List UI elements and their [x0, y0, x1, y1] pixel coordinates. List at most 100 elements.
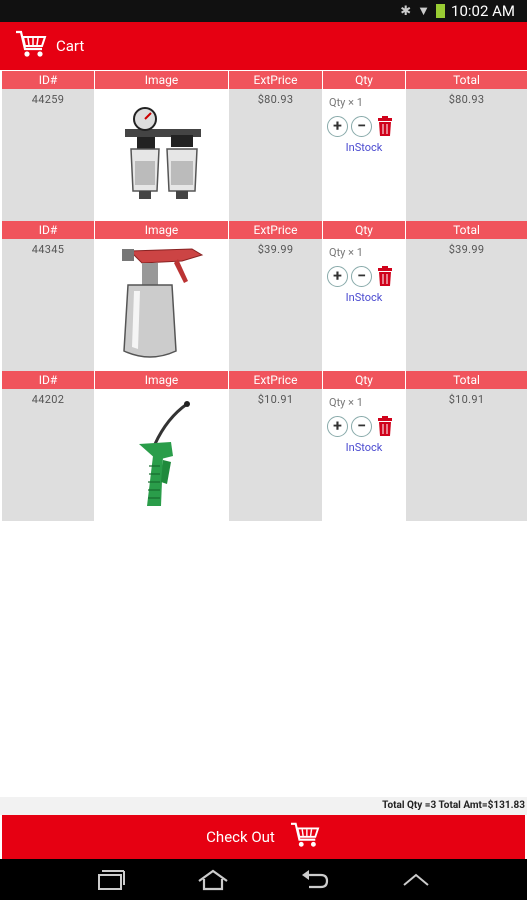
total-header: Total: [406, 71, 527, 89]
minus-icon: −: [357, 116, 366, 135]
status-bar: ✱ ▼ 10:02 AM: [0, 0, 527, 22]
plus-icon: +: [333, 266, 342, 285]
qty-display: Qty × 1: [329, 396, 405, 409]
cart-list: ID# 44259 Image ExtPrice $80.93 Qty Qty …: [0, 71, 527, 521]
stock-status: InStock: [345, 291, 383, 304]
trash-icon: [378, 116, 392, 136]
blow-gun-image[interactable]: [95, 389, 228, 519]
qty-controls: + −: [327, 265, 405, 287]
air-filter-regulator-image[interactable]: [95, 89, 228, 219]
decrease-qty-button[interactable]: −: [351, 415, 372, 437]
page-title: Cart: [56, 37, 85, 55]
chevron-up-icon: [403, 873, 429, 886]
battery-icon: [436, 4, 446, 18]
image-header: Image: [95, 221, 228, 239]
qty-label: Qty: [329, 246, 346, 259]
ext-price-header: ExtPrice: [229, 371, 322, 389]
clock: 10:02 AM: [451, 2, 515, 20]
decrease-qty-button[interactable]: −: [351, 265, 372, 287]
ext-price-cell: ExtPrice $10.91: [229, 371, 322, 521]
ext-price-cell: ExtPrice $80.93: [229, 71, 322, 221]
id-header: ID#: [2, 71, 94, 89]
recent-apps-button[interactable]: [91, 865, 131, 895]
stock-status: InStock: [345, 141, 383, 154]
qty-cell: Qty Qty × 1 + − InStock: [323, 221, 405, 371]
qty-controls: + −: [327, 115, 405, 137]
line-total: $39.99: [448, 243, 485, 256]
qty-header: Qty: [323, 71, 405, 89]
image-cell: Image: [95, 221, 228, 371]
line-total: $10.91: [448, 393, 485, 406]
cart-icon: [289, 821, 321, 853]
plus-icon: +: [333, 116, 342, 135]
image-header: Image: [95, 371, 228, 389]
checkout-button[interactable]: Check Out: [2, 815, 525, 859]
cart-item: ID# 44259 Image ExtPrice $80.93 Qty Qty …: [0, 71, 527, 221]
id-header: ID#: [2, 221, 94, 239]
item-id: 44259: [31, 93, 65, 106]
qty-label: Qty: [329, 396, 346, 409]
item-id: 44345: [31, 243, 65, 256]
qty-controls: + −: [327, 415, 405, 437]
delete-button[interactable]: [375, 265, 395, 287]
app-bar: Cart: [0, 22, 527, 70]
cart-icon[interactable]: [14, 29, 48, 63]
qty-header: Qty: [323, 371, 405, 389]
delete-button[interactable]: [375, 115, 395, 137]
menu-button[interactable]: [396, 865, 436, 895]
ext-price: $39.99: [257, 243, 294, 256]
recent-apps-icon: [97, 869, 125, 890]
image-cell: Image: [95, 371, 228, 521]
ext-price: $80.93: [257, 93, 294, 106]
qty-value: × 1: [348, 396, 363, 409]
delete-button[interactable]: [375, 415, 395, 437]
total-header: Total: [406, 371, 527, 389]
item-id: 44202: [31, 393, 65, 406]
trash-icon: [378, 416, 392, 436]
trash-icon: [378, 266, 392, 286]
qty-label: Qty: [329, 96, 346, 109]
total-cell: Total $80.93: [406, 71, 527, 221]
plus-icon: +: [333, 416, 342, 435]
qty-cell: Qty Qty × 1 + − InStock: [323, 371, 405, 521]
stock-status: InStock: [345, 441, 383, 454]
qty-display: Qty × 1: [329, 96, 405, 109]
back-icon: [302, 869, 329, 888]
total-header: Total: [406, 221, 527, 239]
id-cell: ID# 44259: [2, 71, 94, 221]
ext-price: $10.91: [257, 393, 294, 406]
back-button[interactable]: [294, 865, 334, 895]
ext-price-header: ExtPrice: [229, 221, 322, 239]
home-icon: [197, 869, 228, 890]
qty-display: Qty × 1: [329, 246, 405, 259]
increase-qty-button[interactable]: +: [327, 115, 348, 137]
ext-price-header: ExtPrice: [229, 71, 322, 89]
qty-value: × 1: [348, 246, 363, 259]
increase-qty-button[interactable]: +: [327, 265, 348, 287]
cart-item: ID# 44345 Image ExtPrice $39.99 Qty Qty …: [0, 221, 527, 371]
home-button[interactable]: [193, 865, 233, 895]
increase-qty-button[interactable]: +: [327, 415, 348, 437]
line-total: $80.93: [448, 93, 485, 106]
bluetooth-icon: ✱: [400, 3, 412, 19]
qty-value: × 1: [348, 96, 363, 109]
ext-price-cell: ExtPrice $39.99: [229, 221, 322, 371]
cart-item: ID# 44202 Image ExtPrice $10.91 Qty Qty …: [0, 371, 527, 521]
image-header: Image: [95, 71, 228, 89]
id-cell: ID# 44345: [2, 221, 94, 371]
spray-gun-image[interactable]: [95, 239, 228, 369]
qty-cell: Qty Qty × 1 + − InStock: [323, 71, 405, 221]
image-cell: Image: [95, 71, 228, 221]
minus-icon: −: [357, 416, 366, 435]
qty-header: Qty: [323, 221, 405, 239]
decrease-qty-button[interactable]: −: [351, 115, 372, 137]
wifi-icon: ▼: [417, 4, 431, 19]
id-cell: ID# 44202: [2, 371, 94, 521]
total-cell: Total $39.99: [406, 221, 527, 371]
system-nav-bar: [0, 859, 527, 900]
minus-icon: −: [357, 266, 366, 285]
total-cell: Total $10.91: [406, 371, 527, 521]
cart-summary: Total Qty =3 Total Amt=$131.83: [0, 797, 527, 815]
checkout-label: Check Out: [206, 828, 275, 846]
id-header: ID#: [2, 371, 94, 389]
